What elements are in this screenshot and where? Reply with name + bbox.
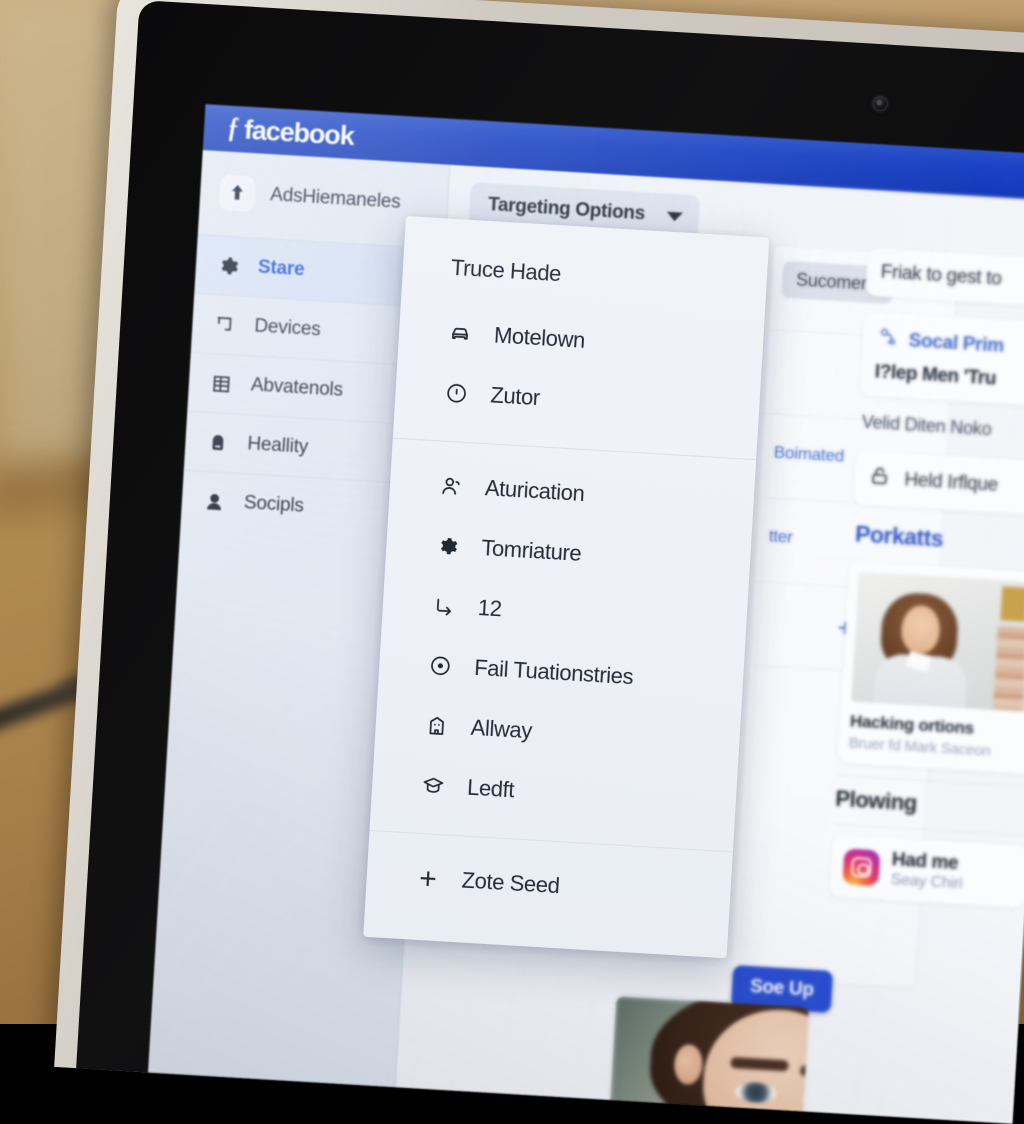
upload-arrow-icon [217,173,257,213]
woman-portrait-photo [851,572,1024,712]
rail-card-social-title: Socal Prim [908,330,1004,358]
facebook-logo-icon[interactable]: ƒ [227,113,239,144]
mid-row-label[interactable]: tter [768,526,793,547]
sidebar-brand-label: AdsHiemaneles [270,184,402,214]
graduation-cap-icon [420,772,447,799]
grid-table-icon [208,371,233,396]
menu-item-label: Tomriature [481,535,582,567]
person-icon [201,489,226,514]
instagram-icon [842,848,880,886]
sidebar-item-label: Devices [254,315,321,341]
corner-arrow-icon [430,592,457,619]
chevron-down-icon [667,211,684,221]
rail-card-social[interactable]: Socal Prim I?lep Men 'Tru [859,312,1024,407]
sidebar-item-label: Heallity [247,433,309,459]
rail-section-title-porkatts: Porkatts [850,520,1024,559]
rail-card-top-text: Friak to gest to [880,262,1024,294]
divider [837,775,1024,788]
menu-item-label: 12 [477,595,502,622]
social-link-icon [876,325,900,354]
car-icon [446,320,473,347]
rail-instagram-card[interactable]: Had me Seay Chiri [830,835,1024,909]
divider [834,824,1024,837]
menu-item-zote-seed[interactable]: + Zote Seed [365,845,732,926]
building-icon [423,712,450,739]
menu-item-label: Zote Seed [461,867,560,899]
rail-card-lock[interactable]: Held Irflque [853,450,1024,516]
menu-item-label: Motelown [493,322,585,353]
sidebar-item-label: Stare [257,257,305,282]
gear-icon [215,253,240,278]
menu-item-label: Zutor [490,382,541,411]
mid-row-label[interactable]: Boimated [773,443,844,467]
plus-icon: + [414,865,441,892]
settings-gear-icon [434,532,461,559]
rail-note: Velid Diten Noko [857,411,1024,444]
target-circle-icon [427,652,454,679]
targeting-options-label: Targeting Options [487,194,645,225]
woman-face-photo [610,996,809,1117]
lock-icon [868,464,892,493]
menu-item-label: Ledft [466,775,514,804]
menu-item-label: Fail Tuationstries [474,655,634,690]
rail-card-social-subtitle: I?lep Men 'Tru [874,361,1024,393]
facebook-wordmark[interactable]: facebook [243,114,354,151]
instagram-card-title: Had me [891,849,958,874]
clock-icon [443,380,470,407]
rail-card-lock-label: Held Irflque [904,469,999,497]
sidebar-item-label: Socipls [243,492,304,518]
sidebar-item-label: Abvatenols [250,374,343,401]
rail-section-title-plowing: Plowing [835,786,1024,824]
webcam-icon [872,96,888,112]
menu-item-label: Allway [470,715,533,745]
rail-card-top[interactable]: Friak to gest to [865,248,1024,308]
tablet-icon [212,312,237,337]
user-profile-icon [437,472,464,499]
backpack-icon [205,430,230,455]
menu-item-label: Aturication [484,475,585,507]
rail-photo-card[interactable]: Hacking ortions Bruer fd Mark Saceon [838,561,1024,774]
instagram-card-subtitle: Seay Chiri [890,871,963,892]
targeting-options-menu: Truce Hade Motelown Zutor Aturication To… [363,216,769,958]
